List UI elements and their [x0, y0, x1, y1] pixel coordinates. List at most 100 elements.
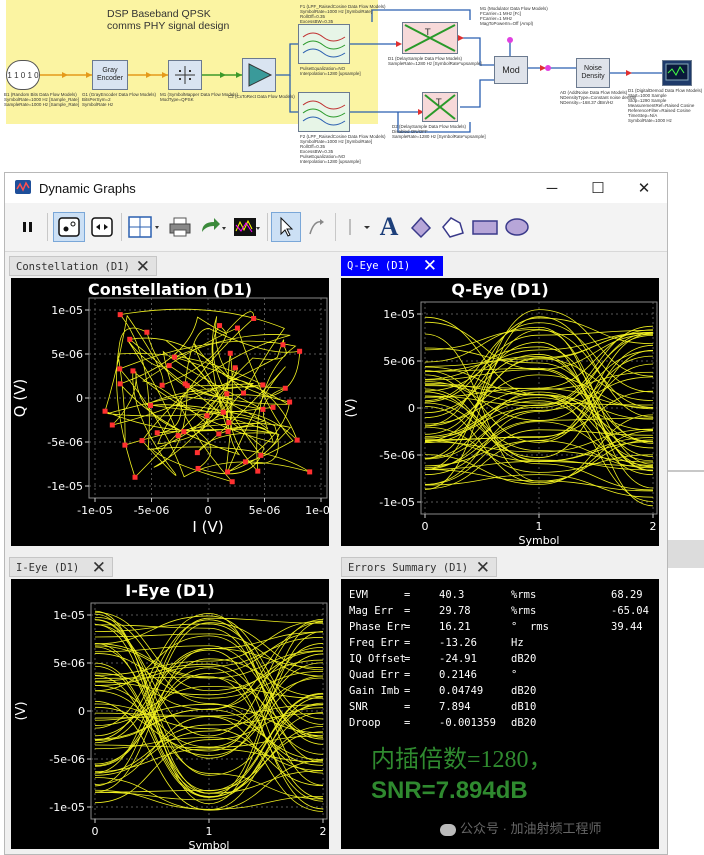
close-button[interactable]: ✕: [621, 173, 667, 203]
scope-icon: [665, 63, 689, 81]
toolbar: A: [5, 203, 667, 252]
dual-marker-button[interactable]: [87, 212, 117, 242]
q-eye-plot: 1e-05 5e-06 0 -5e-06 -1e-05 0 1 2 Symbol (V): [344, 301, 658, 546]
minimize-icon: ─: [546, 179, 558, 197]
symbol-point: [241, 390, 247, 396]
y-tick-label: -1e-05: [49, 801, 85, 814]
line-tool-button[interactable]: [343, 212, 373, 242]
raised-cosine-filter-top[interactable]: [298, 24, 350, 64]
eye-trace: [94, 648, 324, 737]
window-title: Dynamic Graphs: [39, 181, 136, 196]
tab-q-eye[interactable]: Q-Eye (D1) ✕: [341, 256, 443, 276]
text-icon: A: [379, 212, 399, 241]
error-unit: dB20: [511, 685, 537, 697]
symbol-point: [127, 336, 133, 342]
pointer-button[interactable]: [271, 212, 301, 242]
polygon-tool-button[interactable]: [439, 212, 467, 242]
q-eye-graph[interactable]: Q-Eye (D1) 1e-05 5e-06 0 -5e-06 -1e-05 0 1 2 Sym…: [341, 278, 659, 546]
y-tick-label: -1e-05: [379, 496, 415, 509]
close-tab-icon[interactable]: ✕: [476, 558, 490, 578]
delay-block-bottom[interactable]: T: [422, 92, 458, 122]
maximize-button[interactable]: ☐: [575, 173, 621, 203]
source-label: 1 1 0 1 0: [7, 70, 39, 80]
layout-button[interactable]: [125, 212, 163, 242]
noise-density-block[interactable]: Noise Density: [576, 58, 610, 88]
trace-button[interactable]: [231, 212, 263, 242]
x-tick-label: 1e-05: [305, 504, 329, 517]
i-eye-graph[interactable]: I-Eye (D1) 1e-05 5e-06 0 -5e-06 -1e-05 0 1 2 Sym…: [11, 579, 329, 849]
constellation-graph[interactable]: Constellation (D1) 1e-05 5e-06 0 -5e-06 -1e-…: [11, 278, 329, 546]
x-tick-label: -1e-05: [77, 504, 113, 517]
error-val: 0.04749: [439, 685, 484, 697]
error-eq: =: [404, 605, 411, 617]
y-tick-label: -5e-06: [47, 436, 83, 449]
delay-bottom-caption: D2 (DelaySample Data Flow Models) Disable…: [392, 124, 486, 139]
symbol-point: [229, 479, 235, 485]
svg-text:T: T: [435, 98, 442, 108]
error-name: Mag Err: [349, 605, 394, 617]
rectangle-icon: [472, 220, 498, 235]
close-tab-icon[interactable]: ✕: [136, 257, 150, 277]
symbol-point: [139, 438, 145, 444]
zoom-button[interactable]: [303, 212, 329, 242]
filter-response-icon: [302, 32, 346, 58]
error-val: 29.78: [439, 605, 471, 617]
tab-i-eye[interactable]: I-Eye (D1) ✕: [9, 557, 113, 578]
symbol-point: [132, 474, 138, 480]
diamond-tool-button[interactable]: [407, 212, 435, 242]
modulator-block[interactable]: Mod: [494, 56, 528, 84]
marker-icon: [58, 217, 80, 237]
symbol-point: [102, 408, 108, 414]
symbol-point: [294, 437, 300, 443]
pause-button[interactable]: [15, 212, 41, 242]
delay-top-caption: D1 (DelaySample Data Flow Models) SampleR…: [388, 56, 482, 66]
y-tick-label: 1e-05: [383, 308, 415, 321]
ellipse-tool-button[interactable]: [503, 212, 531, 242]
dynamic-graphs-window: Dynamic Graphs ─ ☐ ✕ A Constellation (D1…: [4, 172, 668, 855]
gray-encoder-label: Gray Encoder: [96, 67, 124, 82]
digital-demod-sink[interactable]: [662, 60, 692, 86]
symbol-point: [260, 382, 266, 388]
symbol-point: [144, 329, 150, 335]
rectangle-tool-button[interactable]: [469, 212, 501, 242]
random-bits-source[interactable]: 1 1 0 1 0: [6, 60, 40, 90]
x-axis-label: Symbol: [189, 839, 230, 849]
gray-encoder-block[interactable]: Gray Encoder: [92, 60, 128, 90]
minimize-button[interactable]: ─: [529, 173, 575, 203]
error-eq: =: [404, 685, 411, 697]
export-button[interactable]: [197, 212, 229, 242]
error-val: 0.2146: [439, 669, 477, 681]
noise-caption: AD (AddNoise Data Flow Models) NDensityTy…: [560, 90, 637, 105]
tab-errors-summary[interactable]: Errors Summary (D1) ✕: [341, 557, 497, 578]
symbol-point: [117, 312, 123, 318]
close-tab-icon[interactable]: ✕: [423, 256, 437, 276]
error-name: Phase Err: [349, 621, 406, 633]
delay-block-top[interactable]: T: [402, 22, 458, 54]
marker-button[interactable]: [53, 212, 85, 242]
x-tick-label: -5e-06: [134, 504, 170, 517]
symbol-point: [225, 469, 231, 475]
maximize-icon: ☐: [591, 180, 605, 197]
symbol-point: [122, 442, 128, 448]
error-val: 16.21: [439, 621, 471, 633]
symbol-point: [297, 348, 303, 354]
text-tool-button[interactable]: A: [375, 212, 403, 242]
y-tick-label: -1e-05: [47, 480, 83, 493]
symbol-point: [148, 403, 154, 409]
tab-constellation[interactable]: Constellation (D1) ✕: [9, 256, 157, 277]
raised-cosine-filter-bottom[interactable]: [298, 92, 350, 132]
error-name: EVM: [349, 589, 368, 601]
symbol-point: [270, 404, 276, 410]
print-button[interactable]: [165, 212, 195, 242]
cx-to-rect-block[interactable]: [242, 58, 276, 92]
mapper-caption: M1 (SymbolMapper Data Flow Models) ModTyp…: [160, 92, 239, 102]
close-tab-icon[interactable]: ✕: [92, 558, 106, 578]
symbol-mapper-block[interactable]: [168, 60, 202, 90]
y-axis-label: (V): [14, 701, 29, 720]
title-bar[interactable]: Dynamic Graphs ─ ☐ ✕: [5, 173, 667, 203]
y-tick-label: 0: [78, 705, 85, 718]
symbol-point: [166, 363, 172, 369]
error-eq: =: [404, 621, 411, 633]
symbol-point: [280, 342, 286, 348]
pointer-icon: [280, 216, 294, 237]
